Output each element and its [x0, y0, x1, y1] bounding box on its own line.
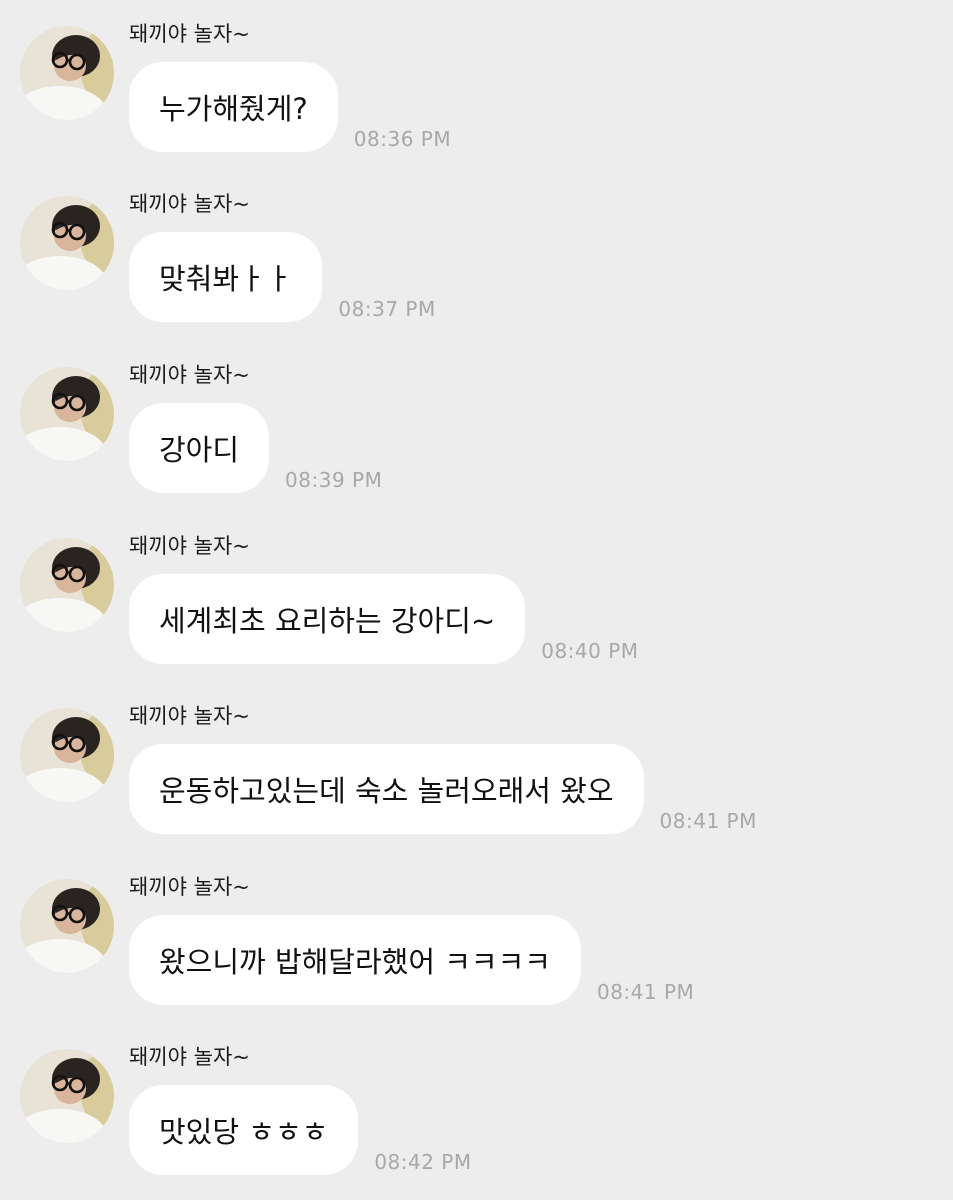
- message-bubble[interactable]: 맛있당 ㅎㅎㅎ: [129, 1085, 359, 1175]
- message-item: 돼끼야 놀자~ 맛있당 ㅎㅎㅎ 08:42 PM: [0, 1023, 953, 1193]
- message-row: 맞춰봐ㅏㅏ 08:37 PM: [129, 232, 436, 322]
- message-bubble[interactable]: 운동하고있는데 숙소 놀러오래서 왔오: [129, 744, 644, 834]
- profile-photo: [20, 196, 114, 290]
- message-row: 세계최초 요리하는 강아디~ 08:40 PM: [129, 574, 639, 664]
- message-item: 돼끼야 놀자~ 왔으니까 밥해달라했어 ㅋㅋㅋㅋ 08:41 PM: [0, 853, 953, 1023]
- avatar[interactable]: [20, 708, 114, 802]
- message-bubble[interactable]: 강아디: [129, 403, 270, 493]
- profile-photo: [20, 879, 114, 973]
- message-bubble[interactable]: 세계최초 요리하는 강아디~: [129, 574, 526, 664]
- profile-photo: [20, 538, 114, 632]
- message-row: 누가해줬게? 08:36 PM: [129, 62, 451, 152]
- message-timestamp: 08:41 PM: [596, 980, 695, 1004]
- message-bubble[interactable]: 맞춰봐ㅏㅏ: [129, 232, 323, 322]
- avatar[interactable]: [20, 1049, 114, 1143]
- message-item: 돼끼야 놀자~ 누가해줬게? 08:36 PM: [0, 0, 953, 170]
- profile-photo: [20, 708, 114, 802]
- profile-photo: [20, 1049, 114, 1143]
- sender-name: 돼끼야 놀자~: [129, 534, 250, 558]
- profile-photo: [20, 26, 114, 120]
- sender-name: 돼끼야 놀자~: [129, 192, 250, 216]
- message-item: 돼끼야 놀자~ 세계최초 요리하는 강아디~ 08:40 PM: [0, 512, 953, 682]
- sender-name: 돼끼야 놀자~: [129, 875, 250, 899]
- message-timestamp: 08:40 PM: [541, 639, 639, 663]
- message-item: 돼끼야 놀자~ 운동하고있는데 숙소 놀러오래서 왔오 08:41 PM: [0, 682, 953, 852]
- message-bubble[interactable]: 누가해줬게?: [129, 62, 338, 152]
- avatar[interactable]: [20, 26, 114, 120]
- chat-thread: 돼끼야 놀자~ 누가해줬게? 08:36 PM 돼끼야 놀자~ 맞춰봐ㅏㅏ 08…: [0, 0, 953, 1200]
- message-timestamp: 08:42 PM: [374, 1150, 472, 1174]
- message-row: 왔으니까 밥해달라했어 ㅋㅋㅋㅋ 08:41 PM: [129, 915, 694, 1005]
- avatar[interactable]: [20, 196, 114, 290]
- avatar[interactable]: [20, 879, 114, 973]
- message-timestamp: 08:37 PM: [338, 297, 436, 321]
- message-row: 맛있당 ㅎㅎㅎ 08:42 PM: [129, 1085, 472, 1175]
- message-timestamp: 08:36 PM: [353, 127, 452, 151]
- sender-name: 돼끼야 놀자~: [129, 363, 250, 387]
- message-item: 돼끼야 놀자~ 맞춰봐ㅏㅏ 08:37 PM: [0, 170, 953, 340]
- message-timestamp: 08:41 PM: [659, 809, 757, 833]
- sender-name: 돼끼야 놀자~: [129, 1045, 250, 1069]
- sender-name: 돼끼야 놀자~: [129, 22, 250, 46]
- message-row: 강아디 08:39 PM: [129, 403, 382, 493]
- message-bubble[interactable]: 왔으니까 밥해달라했어 ㅋㅋㅋㅋ: [129, 915, 581, 1005]
- message-item: 돼끼야 놀자~ 강아디 08:39 PM: [0, 341, 953, 511]
- avatar[interactable]: [20, 538, 114, 632]
- sender-name: 돼끼야 놀자~: [129, 704, 250, 728]
- message-timestamp: 08:39 PM: [285, 468, 383, 492]
- avatar[interactable]: [20, 367, 114, 461]
- profile-photo: [20, 367, 114, 461]
- message-row: 운동하고있는데 숙소 놀러오래서 왔오 08:41 PM: [129, 744, 757, 834]
